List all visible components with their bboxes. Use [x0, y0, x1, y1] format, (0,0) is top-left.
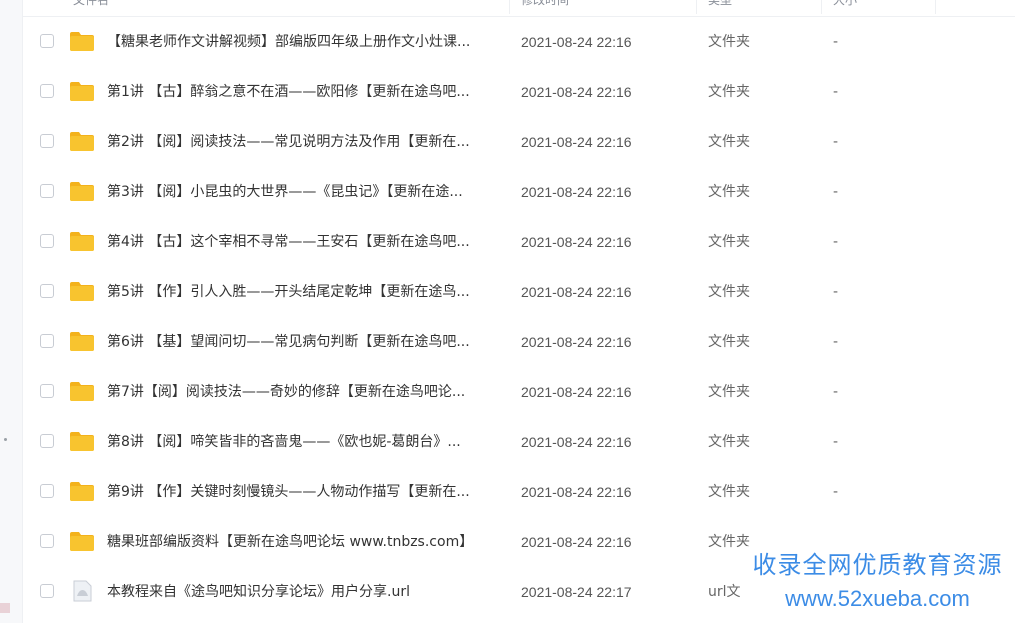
file-type: 文件夹: [708, 134, 750, 150]
file-name[interactable]: 第4讲 【古】这个宰相不寻常——王安石【更新在途鸟吧...: [107, 232, 507, 252]
modified-time: 2021-08-24 22:16: [521, 334, 632, 350]
left-sidebar-edge: [0, 0, 23, 623]
file-name[interactable]: 第2讲 【阅】阅读技法——常见说明方法及作用【更新在...: [107, 132, 507, 152]
watermark-line1: 收录全网优质教育资源: [752, 551, 1003, 579]
watermark-line2: www.52xueba.com: [785, 586, 970, 611]
file-list-header: 文件名 修改时间 类型 大小: [23, 0, 1015, 17]
modified-time: 2021-08-24 22:16: [521, 234, 632, 250]
file-row[interactable]: 第2讲 【阅】阅读技法——常见说明方法及作用【更新在... 2021-08-24 …: [23, 117, 1015, 167]
file-list: 文件名 修改时间 类型 大小 【糖果老师作文讲解视频】部编版四年级上册作文小灶课…: [23, 0, 1015, 623]
folder-icon: [69, 430, 95, 452]
sidebar-dot: [4, 438, 7, 441]
file-size: -: [833, 284, 839, 300]
file-size: -: [833, 184, 839, 200]
modified-time: 2021-08-24 22:17: [521, 584, 632, 600]
header-mtime[interactable]: 修改时间: [521, 0, 569, 16]
file-size: -: [833, 34, 839, 50]
file-size: -: [833, 234, 839, 250]
modified-time: 2021-08-24 22:16: [521, 434, 632, 450]
file-size: -: [833, 384, 839, 400]
row-checkbox[interactable]: [40, 84, 54, 98]
modified-time: 2021-08-24 22:16: [521, 134, 632, 150]
file-size: -: [833, 334, 839, 350]
file-row[interactable]: 【糖果老师作文讲解视频】部编版四年级上册作文小灶课... 2021-08-24 2…: [23, 17, 1015, 67]
modified-time: 2021-08-24 22:16: [521, 34, 632, 50]
file-row[interactable]: 第6讲 【基】望闻问切——常见病句判断【更新在途鸟吧... 2021-08-24 …: [23, 317, 1015, 367]
header-size[interactable]: 大小: [833, 0, 857, 16]
file-type: 文件夹: [708, 434, 750, 450]
folder-icon: [69, 530, 95, 552]
sidebar-badge: [0, 603, 10, 613]
header-name[interactable]: 文件名: [73, 0, 109, 16]
file-name[interactable]: 本教程来自《途鸟吧知识分享论坛》用户分享.url: [107, 582, 507, 602]
row-checkbox[interactable]: [40, 284, 54, 298]
header-type[interactable]: 类型: [708, 0, 732, 16]
row-checkbox[interactable]: [40, 534, 54, 548]
header-divider: [821, 0, 822, 14]
header-divider: [509, 0, 510, 14]
file-type: 文件夹: [708, 84, 750, 100]
file-type: 文件夹: [708, 184, 750, 200]
modified-time: 2021-08-24 22:16: [521, 284, 632, 300]
folder-icon: [69, 80, 95, 102]
file-name[interactable]: 第7讲【阅】阅读技法——奇妙的修辞【更新在途鸟吧论...: [107, 382, 507, 402]
header-divider: [696, 0, 697, 14]
file-name[interactable]: 第9讲 【作】关键时刻慢镜头——人物动作描写【更新在...: [107, 482, 507, 502]
watermark: 收录全网优质教育资源 www.52xueba.com: [740, 546, 1015, 623]
folder-icon: [69, 30, 95, 52]
folder-icon: [69, 230, 95, 252]
modified-time: 2021-08-24 22:16: [521, 184, 632, 200]
modified-time: 2021-08-24 22:16: [521, 84, 632, 100]
file-icon: [69, 580, 95, 602]
file-type: 文件夹: [708, 284, 750, 300]
folder-icon: [69, 180, 95, 202]
file-row[interactable]: 第9讲 【作】关键时刻慢镜头——人物动作描写【更新在... 2021-08-24 …: [23, 467, 1015, 517]
row-checkbox[interactable]: [40, 234, 54, 248]
modified-time: 2021-08-24 22:16: [521, 484, 632, 500]
file-size: -: [833, 484, 839, 500]
file-type: 文件夹: [708, 484, 750, 500]
file-type: 文件夹: [708, 34, 750, 50]
file-name[interactable]: 第8讲 【阅】啼笑皆非的吝啬鬼——《欧也妮-葛朗台》...: [107, 432, 507, 452]
folder-icon: [69, 130, 95, 152]
folder-icon: [69, 480, 95, 502]
file-name[interactable]: 糖果班部编版资料【更新在途鸟吧论坛 www.tnbzs.com】: [107, 532, 507, 552]
row-checkbox[interactable]: [40, 584, 54, 598]
file-row[interactable]: 第3讲 【阅】小昆虫的大世界——《昆虫记》【更新在途... 2021-08-24 …: [23, 167, 1015, 217]
file-name[interactable]: 第5讲 【作】引人入胜——开头结尾定乾坤【更新在途鸟...: [107, 282, 507, 302]
folder-icon: [69, 330, 95, 352]
row-checkbox[interactable]: [40, 434, 54, 448]
row-checkbox[interactable]: [40, 134, 54, 148]
file-size: -: [833, 434, 839, 450]
folder-icon: [69, 380, 95, 402]
file-row[interactable]: 第8讲 【阅】啼笑皆非的吝啬鬼——《欧也妮-葛朗台》... 2021-08-24 …: [23, 417, 1015, 467]
file-size: -: [833, 134, 839, 150]
modified-time: 2021-08-24 22:16: [521, 534, 632, 550]
file-row[interactable]: 第5讲 【作】引人入胜——开头结尾定乾坤【更新在途鸟... 2021-08-24 …: [23, 267, 1015, 317]
file-type: 文件夹: [708, 334, 750, 350]
file-name[interactable]: 第6讲 【基】望闻问切——常见病句判断【更新在途鸟吧...: [107, 332, 507, 352]
file-name[interactable]: 【糖果老师作文讲解视频】部编版四年级上册作文小灶课...: [107, 32, 507, 52]
file-row[interactable]: 第7讲【阅】阅读技法——奇妙的修辞【更新在途鸟吧论... 2021-08-24 2…: [23, 367, 1015, 417]
row-checkbox[interactable]: [40, 384, 54, 398]
header-divider: [935, 0, 936, 14]
file-row[interactable]: 第4讲 【古】这个宰相不寻常——王安石【更新在途鸟吧... 2021-08-24 …: [23, 217, 1015, 267]
file-name[interactable]: 第3讲 【阅】小昆虫的大世界——《昆虫记》【更新在途...: [107, 182, 507, 202]
file-name[interactable]: 第1讲 【古】醉翁之意不在酒——欧阳修【更新在途鸟吧...: [107, 82, 507, 102]
file-type: 文件夹: [708, 384, 750, 400]
folder-icon: [69, 280, 95, 302]
row-checkbox[interactable]: [40, 334, 54, 348]
row-checkbox[interactable]: [40, 34, 54, 48]
file-row[interactable]: 第1讲 【古】醉翁之意不在酒——欧阳修【更新在途鸟吧... 2021-08-24 …: [23, 67, 1015, 117]
modified-time: 2021-08-24 22:16: [521, 384, 632, 400]
file-size: -: [833, 84, 839, 100]
file-type: 文件夹: [708, 234, 750, 250]
row-checkbox[interactable]: [40, 484, 54, 498]
row-checkbox[interactable]: [40, 184, 54, 198]
